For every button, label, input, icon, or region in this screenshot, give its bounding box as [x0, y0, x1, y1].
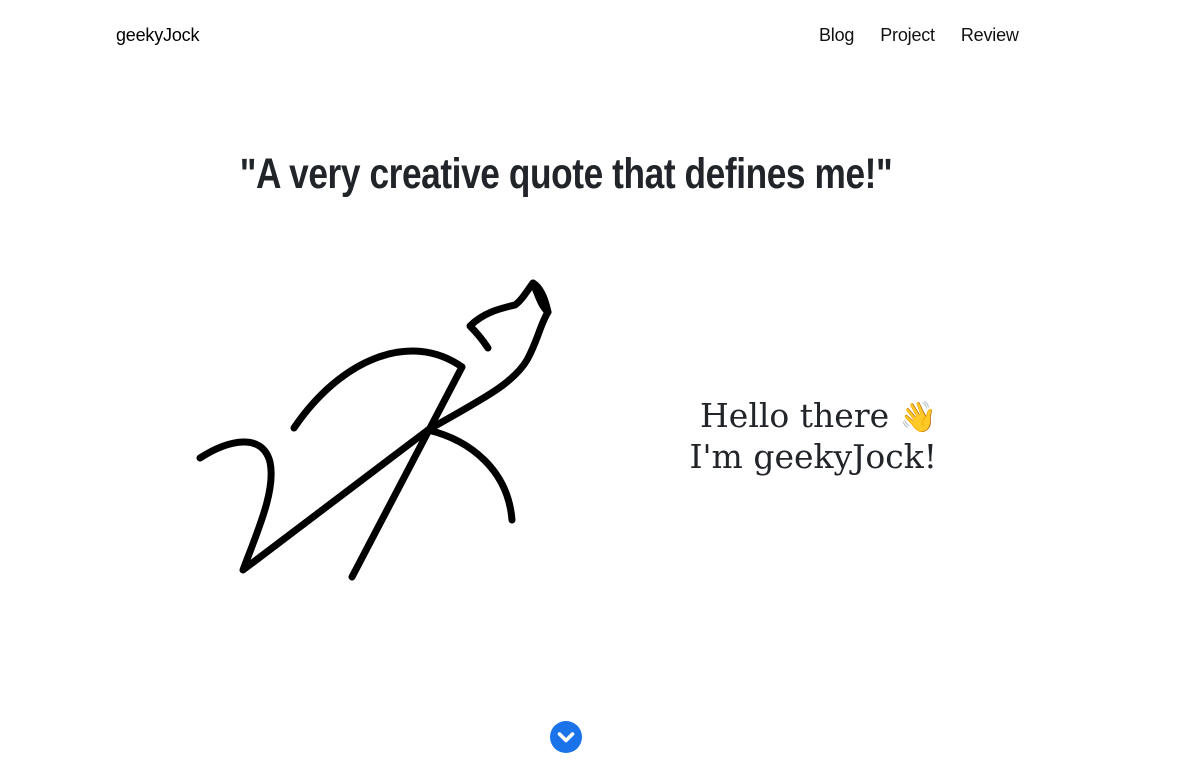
nav-link-blog[interactable]: Blog [806, 25, 867, 46]
greeting-line-2: I'm geekyJock! [689, 437, 937, 476]
nav-link-project[interactable]: Project [867, 25, 948, 46]
waving-hand-icon: 👋 [899, 400, 937, 435]
navbar: geekyJock Blog Project Review [0, 0, 1198, 74]
brand-link[interactable]: geekyJock [116, 25, 199, 46]
greeting-line-1: Hello there 👋 [660, 396, 937, 437]
greeting: Hello there 👋 I'm geekyJock! [660, 396, 937, 476]
signature-logo-icon [196, 279, 552, 581]
scroll-down-button[interactable] [550, 721, 582, 753]
greeting-text: Hello there [700, 396, 890, 435]
nav-link-review[interactable]: Review [948, 25, 1032, 46]
nav-links: Blog Project Review [806, 25, 1032, 46]
chevron-down-icon [557, 732, 575, 743]
hero-quote: "A very creative quote that defines me!" [239, 150, 893, 198]
